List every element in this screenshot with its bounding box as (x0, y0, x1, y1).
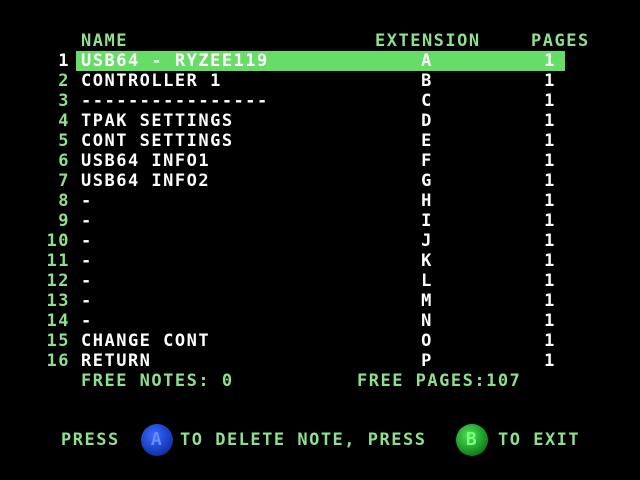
note-name: USB64 INFO2 (81, 171, 211, 191)
header-pages: PAGES (531, 31, 590, 51)
note-extension: H (421, 191, 433, 211)
note-name: - (81, 211, 93, 231)
note-number: 3 (58, 91, 70, 111)
note-pages: 1 (544, 331, 556, 351)
note-name: CONTROLLER 1 (81, 71, 222, 91)
note-pages: 1 (544, 271, 556, 291)
note-row[interactable]: 15 CHANGE CONT O 1 (0, 331, 640, 351)
note-pages: 1 (544, 251, 556, 271)
note-name: CHANGE CONT (81, 331, 211, 351)
note-extension: L (421, 271, 433, 291)
note-extension: M (421, 291, 433, 311)
note-name: ---------------- (81, 91, 269, 111)
note-number: 15 (46, 331, 70, 351)
note-row[interactable]: 4 TPAK SETTINGS D 1 (0, 111, 640, 131)
note-name: TPAK SETTINGS (81, 111, 234, 131)
note-pages: 1 (544, 211, 556, 231)
note-pages: 1 (544, 131, 556, 151)
note-row[interactable]: 1 USB64 - RYZEE119 A 1 (0, 51, 640, 71)
note-number: 11 (46, 251, 70, 271)
note-name: - (81, 231, 93, 251)
note-extension: A (421, 51, 433, 71)
note-extension: D (421, 111, 433, 131)
note-number: 2 (58, 71, 70, 91)
note-row[interactable]: 13- M 1 (0, 291, 640, 311)
note-pages: 1 (544, 51, 556, 71)
prompt-press: PRESS (61, 430, 120, 450)
note-number: 4 (58, 111, 70, 131)
note-row[interactable]: 10- J 1 (0, 231, 640, 251)
note-row[interactable]: 12- L 1 (0, 271, 640, 291)
note-number: 10 (46, 231, 70, 251)
note-pages: 1 (544, 191, 556, 211)
note-pages: 1 (544, 71, 556, 91)
a-button-icon: A (141, 424, 173, 456)
note-name: - (81, 311, 93, 331)
note-row[interactable]: 11- K 1 (0, 251, 640, 271)
note-name: - (81, 271, 93, 291)
note-extension: O (421, 331, 433, 351)
note-name: - (81, 191, 93, 211)
note-row[interactable]: 8- H 1 (0, 191, 640, 211)
note-number: 14 (46, 311, 70, 331)
note-number: 7 (58, 171, 70, 191)
note-name: CONT SETTINGS (81, 131, 234, 151)
header-extension: EXTENSION (375, 31, 481, 51)
note-number: 6 (58, 151, 70, 171)
note-extension: P (421, 351, 433, 371)
header-name: NAME (81, 31, 128, 51)
note-extension: F (421, 151, 433, 171)
note-pages: 1 (544, 111, 556, 131)
note-name: USB64 INFO1 (81, 151, 211, 171)
note-row[interactable]: 7 USB64 INFO2 G 1 (0, 171, 640, 191)
note-name: USB64 - RYZEE119 (81, 51, 269, 71)
free-notes: FREE NOTES: 0 (81, 371, 234, 391)
note-extension: C (421, 91, 433, 111)
note-pages: 1 (544, 291, 556, 311)
button-prompt: PRESS A TO DELETE NOTE, PRESS B TO EXIT (0, 423, 640, 457)
note-name: - (81, 291, 93, 311)
note-row[interactable]: 2 CONTROLLER 1 B 1 (0, 71, 640, 91)
note-extension: K (421, 251, 433, 271)
note-pages: 1 (544, 91, 556, 111)
note-number: 5 (58, 131, 70, 151)
note-extension: G (421, 171, 433, 191)
note-name: RETURN (81, 351, 152, 371)
note-row[interactable]: 6 USB64 INFO1 F 1 (0, 151, 640, 171)
note-pages: 1 (544, 351, 556, 371)
prompt-exit: TO EXIT (498, 430, 581, 450)
note-number: 8 (58, 191, 70, 211)
note-number: 16 (46, 351, 70, 371)
note-pages: 1 (544, 231, 556, 251)
note-name: - (81, 251, 93, 271)
note-extension: J (421, 231, 433, 251)
note-row[interactable]: 14- N 1 (0, 311, 640, 331)
note-extension: I (421, 211, 433, 231)
note-extension: N (421, 311, 433, 331)
note-extension: E (421, 131, 433, 151)
note-row[interactable]: 3 ---------------- C 1 (0, 91, 640, 111)
note-number: 13 (46, 291, 70, 311)
note-extension: B (421, 71, 433, 91)
note-row[interactable]: 16 RETURN P 1 (0, 351, 640, 371)
prompt-delete: TO DELETE NOTE, PRESS (180, 430, 427, 450)
note-row[interactable]: 9- I 1 (0, 211, 640, 231)
note-row[interactable]: 5 CONT SETTINGS E 1 (0, 131, 640, 151)
note-number: 12 (46, 271, 70, 291)
note-number: 1 (58, 51, 70, 71)
b-button-icon: B (456, 424, 488, 456)
note-pages: 1 (544, 171, 556, 191)
note-pages: 1 (544, 151, 556, 171)
note-number: 9 (58, 211, 70, 231)
free-pages: FREE PAGES:107 (357, 371, 522, 391)
note-pages: 1 (544, 311, 556, 331)
